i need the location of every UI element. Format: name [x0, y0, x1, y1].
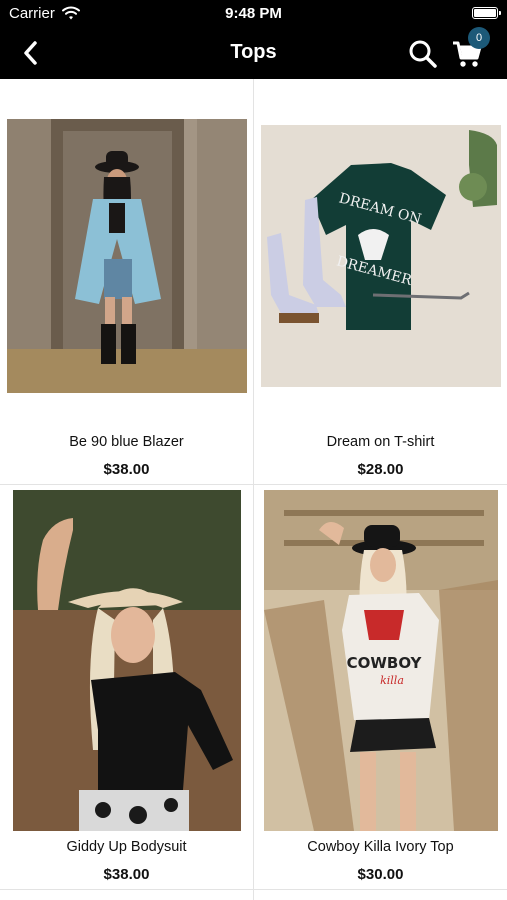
product-image: COWBOY killa	[264, 490, 498, 831]
navigation-bar: Tops 0	[0, 27, 507, 79]
product-card-cowboy-killa[interactable]: COWBOY killa Cowboy Killa Ivory Top $30.…	[254, 485, 507, 889]
product-price: $28.00	[357, 461, 404, 478]
row-divider	[0, 889, 507, 890]
product-grid: Be 90 blue Blazer $38.00 DREAM ON DREAME…	[0, 79, 507, 900]
product-name: Be 90 blue Blazer	[69, 434, 184, 450]
product-card-blazer[interactable]: Be 90 blue Blazer $38.00	[0, 79, 253, 484]
product-price: $38.00	[103, 461, 150, 478]
battery-icon	[472, 7, 501, 19]
product-image: DREAM ON DREAMER	[261, 125, 501, 387]
clock: 9:48 PM	[225, 5, 282, 22]
product-name: Dream on T-shirt	[326, 434, 435, 450]
status-bar: Carrier 9:48 PM	[0, 0, 507, 28]
print-line-1: COWBOY	[347, 654, 423, 672]
product-image	[7, 119, 247, 393]
product-image	[13, 490, 241, 831]
product-price: $30.00	[357, 866, 404, 883]
print-line-2: killa	[380, 674, 404, 687]
search-icon[interactable]	[408, 39, 438, 69]
product-name: Giddy Up Bodysuit	[66, 839, 187, 855]
product-price: $38.00	[103, 866, 150, 883]
cart-count-badge: 0	[468, 27, 490, 49]
product-card-dream-on[interactable]: DREAM ON DREAMER Dream on T-shirt $28.00	[254, 79, 507, 484]
product-card-bodysuit[interactable]: Giddy Up Bodysuit $38.00	[0, 485, 253, 889]
product-name: Cowboy Killa Ivory Top	[307, 839, 454, 855]
